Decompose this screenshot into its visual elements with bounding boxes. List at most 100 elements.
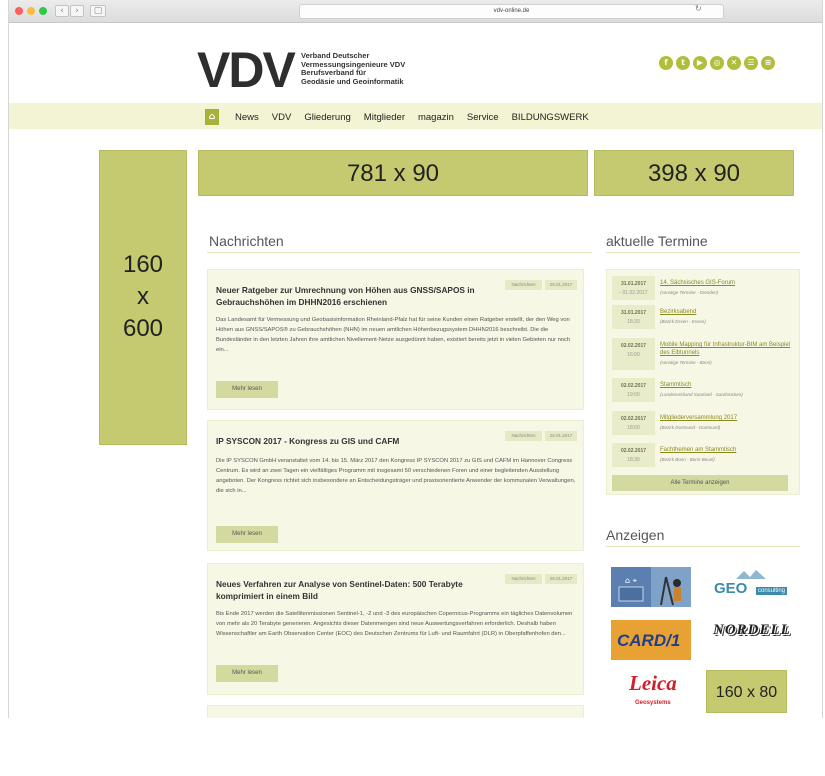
nordell-logo-text: NORDELL xyxy=(713,622,791,638)
event-date: 02.02.2017 18:00 xyxy=(612,411,655,435)
event-date: 02.02.2017 16:00 xyxy=(612,338,655,370)
date-badge: 26.01.2017 xyxy=(545,280,577,290)
article-title[interactable]: Neues Verfahren zur Analyse von Sentinel… xyxy=(216,578,476,602)
sponsor-logo-nordell[interactable]: NORDELL xyxy=(707,617,793,645)
event-time: 19:00 xyxy=(627,392,640,398)
event-date: 02.02.2017 18:30 xyxy=(612,443,655,467)
geo-logo-subtext: consulting xyxy=(756,587,788,595)
nav-item-magazin[interactable]: magazin xyxy=(418,112,454,123)
event-item[interactable]: 02.02.2017 18:00 Mitgliederversammlung 20… xyxy=(612,411,798,435)
event-title[interactable]: Mobile Mapping für Infrastruktur-BIM am … xyxy=(660,341,800,357)
article-excerpt: Das Landesamt für Vermessung und Geobasi… xyxy=(216,317,571,353)
all-events-button[interactable]: Alle Termine anzeigen xyxy=(612,475,788,491)
nav-item-mitglieder[interactable]: Mitglieder xyxy=(364,112,405,123)
card1-logo-text: CARD/1 xyxy=(617,631,681,650)
news-article: Nachrichten 26.01.2017 Neuer Ratgeber zu… xyxy=(207,269,584,410)
url-bar[interactable]: vdv-online.de xyxy=(299,4,724,19)
svg-text:⌂ ⌖: ⌂ ⌖ xyxy=(625,576,638,585)
close-window-icon[interactable] xyxy=(15,7,23,15)
rss-icon[interactable]: ☰ xyxy=(744,56,758,70)
ad-leaderboard[interactable]: 781 x 90 xyxy=(198,150,588,196)
surveyor-image-icon: ⌂ ⌖ xyxy=(611,567,691,607)
read-more-button[interactable]: Mehr lesen xyxy=(216,381,278,398)
nav-item-bildungswerk[interactable]: BILDUNGSWERK xyxy=(512,112,589,123)
read-more-button[interactable]: Mehr lesen xyxy=(216,665,278,682)
sponsor-logo-surveying[interactable]: ⌂ ⌖ xyxy=(611,567,691,607)
news-article-partial xyxy=(207,705,584,718)
ad-small[interactable]: 160 x 80 xyxy=(706,670,787,713)
browser-titlebar: ‹ › ▢ vdv-online.de ↻ xyxy=(9,0,822,23)
leica-logo-text: Leica xyxy=(629,671,677,695)
section-divider xyxy=(606,546,800,547)
ad-skyscraper[interactable]: 160 x 600 xyxy=(99,150,187,445)
logo-tagline: Verband Deutscher Vermessungsingenieure … xyxy=(301,51,441,86)
menu-icon[interactable]: ≡ xyxy=(761,56,775,70)
sponsor-logo-geo-consulting[interactable]: GEO consulting xyxy=(706,567,792,603)
xing-icon[interactable]: ✕ xyxy=(727,56,741,70)
instagram-icon[interactable]: ◎ xyxy=(710,56,724,70)
event-time: 18:30 xyxy=(627,319,640,325)
nav-item-news[interactable]: News xyxy=(235,112,259,123)
nav-item-vdv[interactable]: VDV xyxy=(272,112,292,123)
minimize-window-icon[interactable] xyxy=(27,7,35,15)
category-badge[interactable]: Nachrichten xyxy=(505,574,542,584)
event-time: 18:30 xyxy=(627,457,640,463)
facebook-icon[interactable]: f xyxy=(659,56,673,70)
home-icon[interactable]: ⌂ xyxy=(205,109,219,125)
event-location: (Landesverband Saarland - Saarbrücken) xyxy=(660,392,743,397)
reload-icon[interactable]: ↻ xyxy=(695,4,702,13)
category-badge[interactable]: Nachrichten xyxy=(505,280,542,290)
event-location: (sonstige Termine - Dresden) xyxy=(660,290,719,295)
leica-logo-subtext: Geosystems xyxy=(635,700,671,706)
news-section-title: Nachrichten xyxy=(209,233,284,249)
ad-banner[interactable]: 398 x 90 xyxy=(594,150,794,196)
news-article: Nachrichten 26.01.2017 Neues Verfahren z… xyxy=(207,563,584,695)
event-item[interactable]: 02.02.2017 16:00 Mobile Mapping für Infra… xyxy=(612,338,798,370)
event-location: (Bezirk Bonn - Bonn-Beuel) xyxy=(660,457,715,462)
event-time: 16:00 xyxy=(627,352,640,358)
ads-section-title: Anzeigen xyxy=(606,527,665,543)
event-location: (sonstige Termine - Bonn) xyxy=(660,360,712,365)
twitter-icon[interactable]: t xyxy=(676,56,690,70)
event-title[interactable]: Bezirksabend xyxy=(660,308,800,316)
event-item[interactable]: 31.01.2017- 01.02.2017 14. Sächsisches G… xyxy=(612,276,798,300)
article-excerpt: Die IP SYSCON GmbH veranstaltet vom 14. … xyxy=(216,458,576,494)
zoom-window-icon[interactable] xyxy=(39,7,47,15)
event-location: (Bezirk Dortmund - Dortmund) xyxy=(660,425,721,430)
youtube-icon[interactable]: ▶ xyxy=(693,56,707,70)
event-title[interactable]: Fachthemen am Stammtisch xyxy=(660,446,800,454)
event-time: 18:00 xyxy=(627,425,640,431)
logo-vdv[interactable]: VDV xyxy=(197,45,296,95)
sponsor-logo-card1[interactable]: CARD/1 xyxy=(611,620,691,660)
event-item[interactable]: 02.02.2017 19:00 Stammtisch (Landesverban… xyxy=(612,378,798,402)
termine-section-title: aktuelle Termine xyxy=(606,233,708,249)
article-title[interactable]: IP SYSCON 2017 - Kongress zu GIS und CAF… xyxy=(216,435,476,447)
nav-item-service[interactable]: Service xyxy=(467,112,499,123)
social-links: f t ▶ ◎ ✕ ☰ ≡ xyxy=(659,56,775,70)
event-title[interactable]: Stammtisch xyxy=(660,381,800,389)
logo-line: Geodäsie und Geoinformatik xyxy=(301,76,404,86)
event-location: (Bezirk Essen - Essen) xyxy=(660,319,706,324)
events-panel: 31.01.2017- 01.02.2017 14. Sächsisches G… xyxy=(606,269,800,495)
back-button[interactable]: ‹ xyxy=(55,5,69,17)
event-item[interactable]: 31.01.2017 18:30 Bezirksabend (Bezirk Ess… xyxy=(612,305,798,329)
ad-size-line: 160 xyxy=(122,251,164,278)
event-item[interactable]: 02.02.2017 18:30 Fachthemen am Stammtisch… xyxy=(612,443,798,467)
forward-button[interactable]: › xyxy=(70,5,84,17)
event-title[interactable]: 14. Sächsisches GIS-Forum xyxy=(660,279,800,287)
section-divider xyxy=(606,252,800,253)
event-title[interactable]: Mitgliederversammlung 2017 xyxy=(660,414,800,422)
ad-size-line: 600 xyxy=(122,315,164,342)
article-excerpt: Bis Ende 2017 werden die Satellitenmissi… xyxy=(216,611,573,637)
sidebar-toggle-button[interactable]: ▢ xyxy=(90,5,106,17)
geo-logo-text: GEO xyxy=(714,580,748,597)
article-title[interactable]: Neuer Ratgeber zur Umrechnung von Höhen … xyxy=(216,284,476,308)
date-badge: 26.01.2017 xyxy=(545,431,577,441)
date-badge: 26.01.2017 xyxy=(545,574,577,584)
main-nav: ⌂ News VDV Gliederung Mitglieder magazin… xyxy=(9,103,822,133)
sponsor-logo-leica[interactable]: Leica Geosystems xyxy=(611,669,691,713)
nav-item-gliederung[interactable]: Gliederung xyxy=(304,112,350,123)
news-article: Nachrichten 26.01.2017 IP SYSCON 2017 - … xyxy=(207,420,584,551)
read-more-button[interactable]: Mehr lesen xyxy=(216,526,278,543)
category-badge[interactable]: Nachrichten xyxy=(505,431,542,441)
